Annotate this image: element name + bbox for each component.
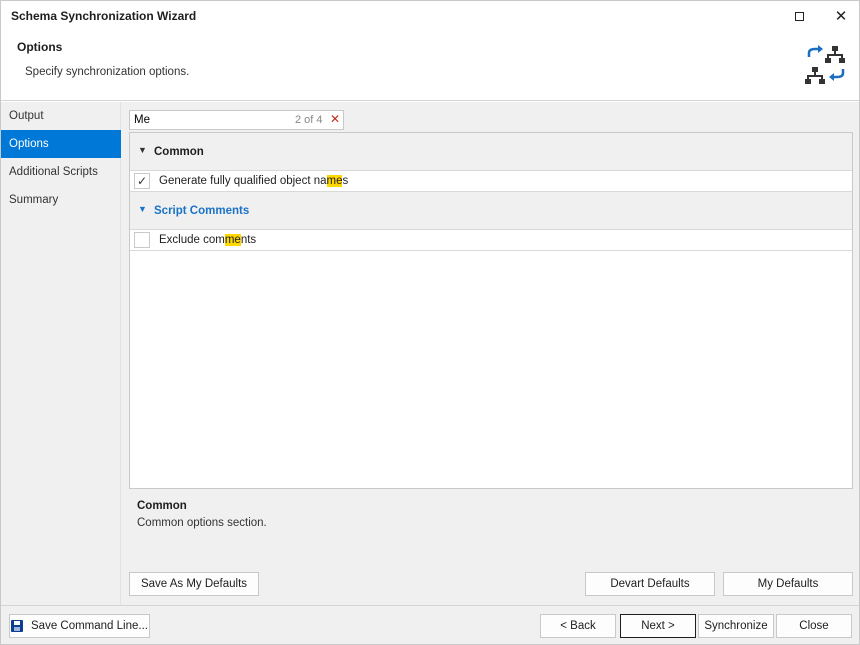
my-defaults-button[interactable]: My Defaults	[723, 572, 853, 596]
group-common[interactable]: ▼ Common	[130, 133, 852, 171]
close-window-button[interactable]: ✕	[821, 1, 860, 31]
maximize-icon	[794, 11, 804, 21]
group-script-comments[interactable]: ▼ Script Comments	[130, 192, 852, 230]
chevron-down-icon: ▼	[138, 145, 147, 155]
nav-item-output[interactable]: Output	[1, 102, 120, 130]
maximize-button[interactable]	[779, 1, 819, 31]
search-highlight: me	[326, 175, 343, 187]
schema-sync-icon	[805, 45, 845, 84]
synchronize-button[interactable]: Synchronize	[698, 614, 774, 638]
option-row: Exclude comments	[130, 230, 852, 251]
save-as-my-defaults-button[interactable]: Save As My Defaults	[129, 572, 259, 596]
checkmark-icon: ✓	[136, 174, 148, 188]
option-label: Exclude comments	[159, 234, 257, 246]
options-grid: ▼ Common ✓ Generate fully qualified obje…	[129, 132, 853, 489]
save-command-line-label: Save Command Line...	[31, 620, 148, 632]
option-description: Common Common options section.	[137, 500, 267, 529]
save-command-line-button[interactable]: Save Command Line...	[9, 614, 150, 638]
option-checkbox[interactable]: ✓	[134, 173, 150, 189]
page-subtitle: Specify synchronization options.	[25, 66, 190, 78]
search-box: 2 of 4 ✕	[129, 110, 344, 130]
save-icon	[11, 620, 23, 632]
search-highlight: me	[224, 234, 241, 246]
group-label: Script Comments	[154, 205, 250, 217]
page-title: Options	[17, 40, 63, 54]
wizard-header: Options Specify synchronization options.	[1, 31, 859, 101]
option-checkbox[interactable]	[134, 232, 150, 248]
description-title: Common	[137, 500, 187, 512]
nav-item-summary[interactable]: Summary	[1, 186, 120, 214]
close-button[interactable]: Close	[776, 614, 852, 638]
search-input[interactable]	[134, 112, 284, 128]
window-title: Schema Synchronization Wizard	[11, 9, 197, 23]
search-match-count: 2 of 4	[295, 114, 323, 126]
wizard-window: Schema Synchronization Wizard ✕ Options …	[0, 0, 860, 645]
clear-search-icon[interactable]: ✕	[330, 112, 340, 126]
nav-item-options[interactable]: Options	[1, 130, 121, 158]
options-panel: 2 of 4 ✕ ▼ Common ✓ Generate fully quali…	[121, 102, 859, 605]
description-text: Common options section.	[137, 517, 267, 529]
close-icon: ✕	[834, 8, 848, 25]
next-button[interactable]: Next >	[620, 614, 696, 638]
option-label: Generate fully qualified object names	[159, 175, 349, 187]
option-row: ✓ Generate fully qualified object names	[130, 171, 852, 192]
back-button[interactable]: < Back	[540, 614, 616, 638]
devart-defaults-button[interactable]: Devart Defaults	[585, 572, 715, 596]
chevron-down-icon: ▼	[138, 204, 147, 214]
group-label: Common	[154, 146, 204, 158]
wizard-footer: Save Command Line... < Back Next > Synch…	[1, 605, 859, 644]
nav-item-additional-scripts[interactable]: Additional Scripts	[1, 158, 120, 186]
wizard-nav: Output Options Additional Scripts Summar…	[1, 102, 121, 605]
title-bar: Schema Synchronization Wizard ✕	[1, 1, 859, 31]
